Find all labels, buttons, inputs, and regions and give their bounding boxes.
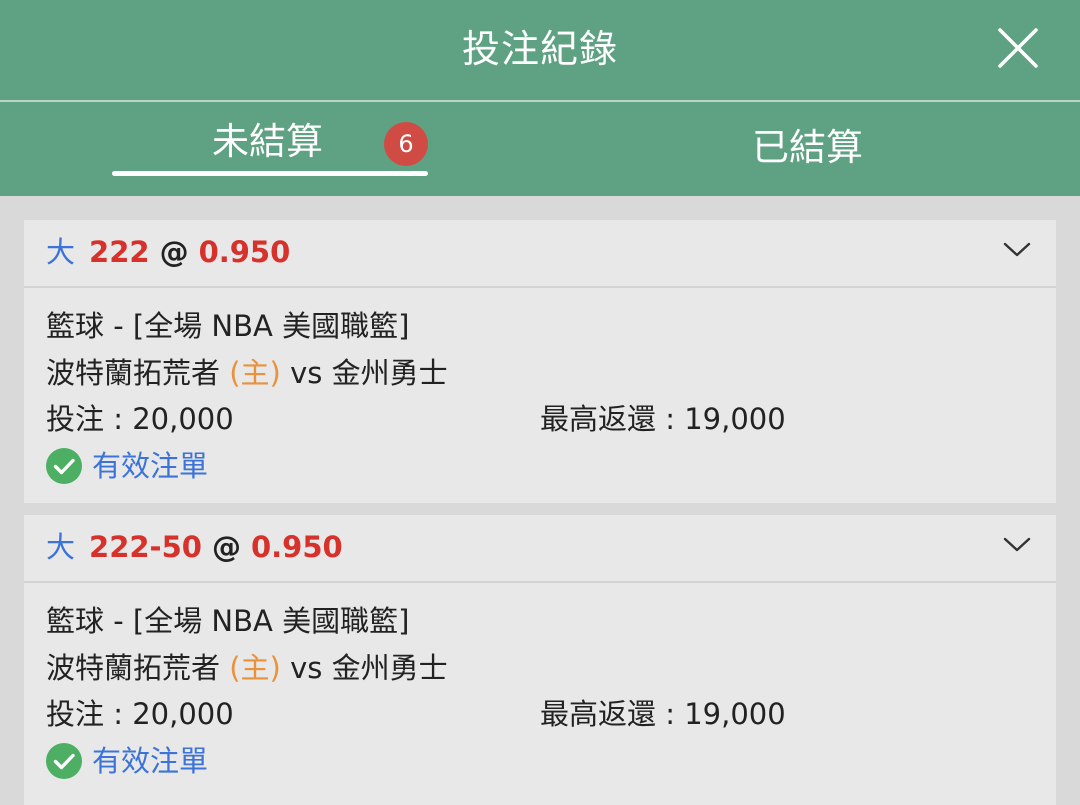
stake-label: 投注 : [46,402,123,436]
home-team: 波特蘭拓荒者 [46,651,221,685]
tab-label: 未結算 [212,120,323,163]
home-team: 波特蘭拓荒者 [46,356,221,390]
bet-line: 222 [89,235,150,269]
at-symbol: @ [159,235,189,269]
tab-label: 已結算 [752,126,863,169]
league-name: 籃球 - [全場 NBA 美國職籃] [46,604,410,638]
max-return-row: 最高返還 : 19,000 [540,399,786,439]
stake-amount: 20,000 [132,697,234,731]
tab-unsettled[interactable]: 未結算 6 [112,112,428,182]
bet-status: 有效注單 [46,446,208,486]
title-divider [0,100,1080,102]
active-tab-indicator [112,171,428,176]
header: 投注紀錄 未結算 6 已結算 [0,0,1080,196]
stake-row: 投注 : 20,000 [46,399,234,439]
bet-card-header[interactable]: 大 222-50 @0.950 [24,515,1056,581]
tab-settled[interactable]: 已結算 [700,112,920,182]
check-circle-icon [46,742,82,779]
away-team: 金州勇士 [331,356,448,390]
vs-label: vs [290,356,323,390]
close-button[interactable] [996,26,1040,70]
bet-selection: 大 222 @0.950 [46,232,290,272]
matchup: 波特蘭拓荒者 (主) vs 金州勇士 [46,353,448,393]
bet-status: 有效注單 [46,741,208,781]
status-text: 有效注單 [92,744,209,778]
bet-card: 大 222 @0.950 籃球 - [全場 NBA 美國職籃] 波特蘭拓荒者 (主)… [24,220,1056,503]
bet-line: 222-50 [89,530,202,564]
page-title: 投注紀錄 [461,27,618,71]
home-tag: (主) [229,651,281,685]
chevron-down-icon[interactable] [1002,240,1032,260]
stake-amount: 20,000 [132,402,234,436]
matchup: 波特蘭拓荒者 (主) vs 金州勇士 [46,648,448,688]
stake-label: 投注 : [46,697,123,731]
max-return-label: 最高返還 : [540,402,675,436]
status-text: 有效注單 [92,449,209,483]
max-return-label: 最高返還 : [540,697,675,731]
count-badge: 6 [384,122,428,166]
max-return-row: 最高返還 : 19,000 [540,694,786,734]
stake-row: 投注 : 20,000 [46,694,234,734]
bet-side: 大 [46,235,76,269]
vs-label: vs [290,651,323,685]
card-divider [24,581,1056,583]
check-circle-icon [46,447,82,484]
bet-side: 大 [46,530,76,564]
max-return-amount: 19,000 [684,402,786,436]
max-return-amount: 19,000 [684,697,786,731]
bet-selection: 大 222-50 @0.950 [46,527,343,567]
close-icon [998,28,1038,68]
at-symbol: @ [211,530,241,564]
home-tag: (主) [229,356,281,390]
bet-odds: 0.950 [198,235,291,269]
away-team: 金州勇士 [331,651,448,685]
bet-card-header[interactable]: 大 222 @0.950 [24,220,1056,286]
title-bar: 投注紀錄 [0,0,1080,100]
bet-card: 大 222-50 @0.950 籃球 - [全場 NBA 美國職籃] 波特蘭拓荒者 … [24,515,1056,805]
chevron-down-icon[interactable] [1002,535,1032,555]
card-divider [24,286,1056,288]
league-name: 籃球 - [全場 NBA 美國職籃] [46,309,410,343]
bet-odds: 0.950 [250,530,343,564]
